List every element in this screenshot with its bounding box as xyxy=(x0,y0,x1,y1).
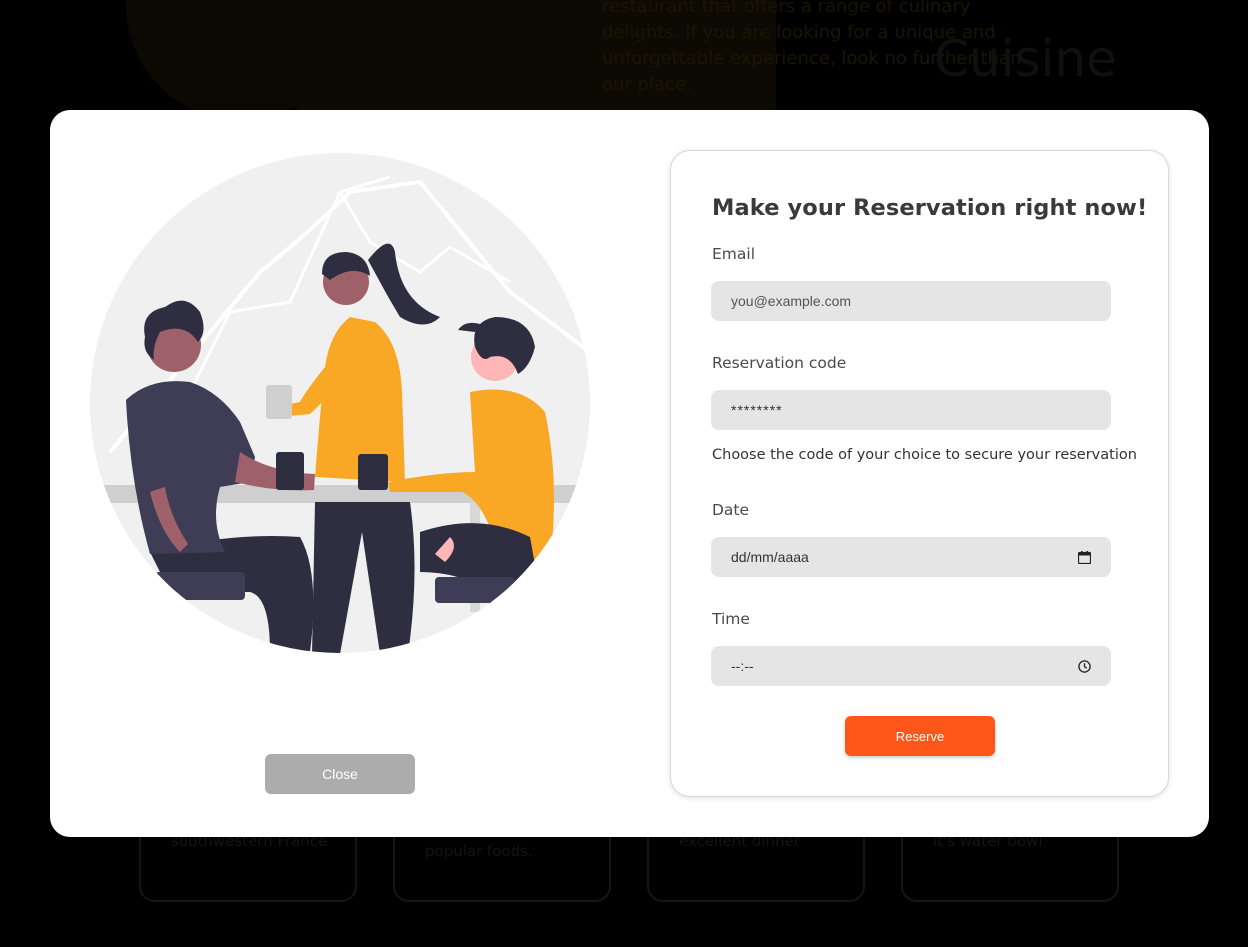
background-card-text: popular foods. xyxy=(425,842,533,860)
calendar-icon[interactable] xyxy=(1077,550,1091,564)
email-label: Email xyxy=(712,245,756,263)
reservation-form: Make your Reservation right now! Email y… xyxy=(670,150,1169,797)
reservation-code-label: Reservation code xyxy=(712,354,847,372)
email-placeholder: you@example.com xyxy=(731,293,852,309)
date-value: dd/mm/aaaa xyxy=(731,549,809,565)
time-value: --:-- xyxy=(731,658,754,674)
reservation-code-value: ******** xyxy=(731,402,783,418)
people-having-coffee-illustration xyxy=(90,153,590,653)
reservation-modal: Close Make your Reservation right now! E… xyxy=(50,110,1209,837)
background-intro-card: restaurant that offers a range of culina… xyxy=(296,0,1021,112)
date-label: Date xyxy=(712,501,750,519)
background-section-heading: Cuisine xyxy=(934,30,1117,88)
clock-icon[interactable] xyxy=(1077,659,1091,673)
reserve-button[interactable]: Reserve xyxy=(845,716,995,756)
reservation-code-input[interactable]: ******** xyxy=(711,390,1111,430)
email-input[interactable]: you@example.com xyxy=(711,281,1111,321)
reservation-code-helper: Choose the code of your choice to secure… xyxy=(712,447,1137,463)
date-input[interactable]: dd/mm/aaaa xyxy=(711,537,1111,577)
form-title: Make your Reservation right now! xyxy=(712,195,1148,221)
time-label: Time xyxy=(712,610,750,628)
time-input[interactable]: --:-- xyxy=(711,646,1111,686)
close-button[interactable]: Close xyxy=(265,754,415,794)
